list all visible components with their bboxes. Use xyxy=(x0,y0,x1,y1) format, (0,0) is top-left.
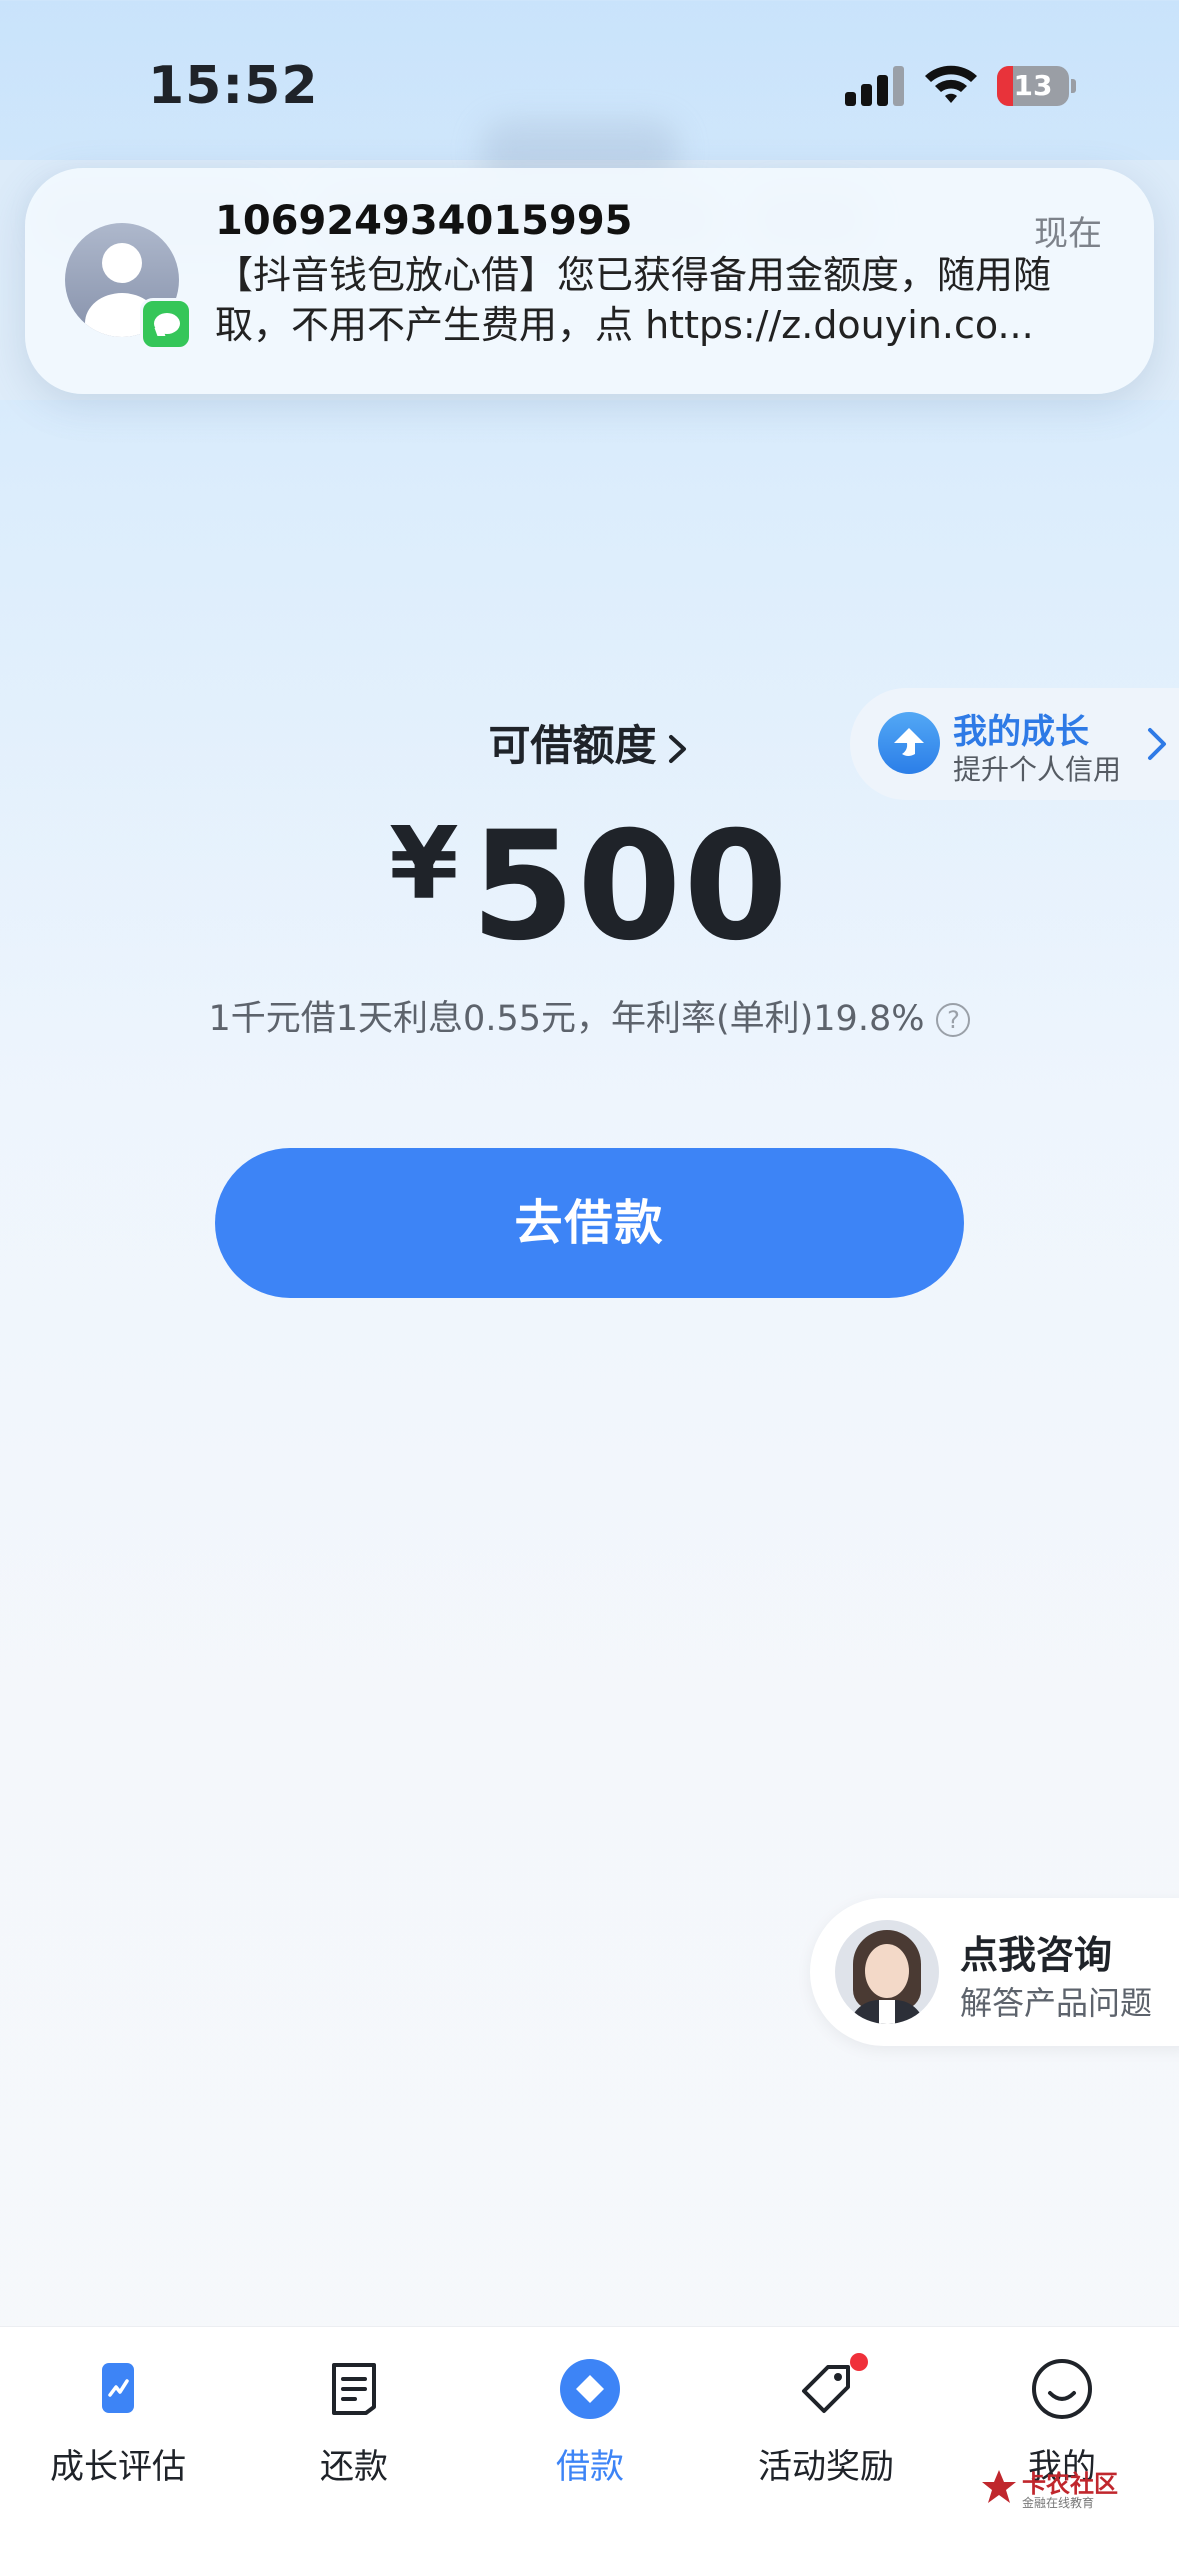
tab-label: 活动奖励 xyxy=(758,2447,894,2487)
cellular-signal-icon xyxy=(845,66,905,106)
interest-text: 1千元借1天利息0.55元，年利率(单利)19.8% xyxy=(208,999,925,1039)
tab-label: 借款 xyxy=(556,2447,624,2487)
available-credit-link[interactable]: 可借额度 xyxy=(0,712,1179,773)
repayment-icon xyxy=(332,2363,376,2415)
interest-info: 1千元借1天利息0.55元，年利率(单利)19.8%? xyxy=(0,990,1179,1041)
chevron-right-icon xyxy=(668,734,686,763)
watermark-subtitle: 金融在线教育 xyxy=(1022,2496,1095,2510)
help-icon[interactable]: ? xyxy=(936,1003,971,1037)
notification-dot xyxy=(850,2353,868,2371)
notification-body: 【抖音钱包放心借】您已获得备用金额度，随用随 取，不用不产生费用，点 https… xyxy=(215,250,1115,350)
tab-mine[interactable]: 我的 xyxy=(944,2327,1179,2556)
borrow-button[interactable]: 去借款 xyxy=(215,1148,964,1298)
notification-line-2: 取，不用不产生费用，点 https://z.douyin.co... xyxy=(215,303,1034,347)
messages-app-icon xyxy=(140,298,192,350)
battery-indicator: 13 xyxy=(997,66,1076,106)
customer-service-avatar xyxy=(835,1920,939,2024)
watermark: 卡农社区 金融在线教育 xyxy=(980,2460,1130,2520)
tab-activity-rewards[interactable]: 活动奖励 xyxy=(708,2327,944,2556)
sms-notification-banner[interactable]: 106924934015995 现在 【抖音钱包放心借】您已获得备用金额度，随用… xyxy=(25,168,1154,394)
notification-time: 现在 xyxy=(1034,214,1102,254)
tab-borrow[interactable]: 借款 xyxy=(472,2327,708,2556)
status-time: 15:52 xyxy=(148,56,319,116)
wifi-icon xyxy=(923,62,979,106)
notification-line-1: 【抖音钱包放心借】您已获得备用金额度，随用随 xyxy=(215,253,1052,297)
tab-label: 还款 xyxy=(320,2447,388,2487)
credit-amount: ¥500 xyxy=(0,800,1179,974)
available-credit-label: 可借额度 xyxy=(488,721,657,770)
tab-repayment[interactable]: 还款 xyxy=(236,2327,472,2556)
consult-subtitle: 解答产品问题 xyxy=(960,1984,1153,2022)
currency-symbol: ¥ xyxy=(389,805,459,922)
bottom-tab-bar: 成长评估 还款 借款 活动奖励 我的 xyxy=(0,2326,1179,2556)
tab-growth-assessment[interactable]: 成长评估 xyxy=(0,2327,236,2556)
growth-assessment-icon xyxy=(102,2363,134,2413)
reward-tag-icon xyxy=(802,2365,850,2413)
consult-entry[interactable]: 点我咨询 解答产品问题 xyxy=(810,1898,1179,2046)
credit-amount-value: 500 xyxy=(470,800,790,974)
watermark-logo-icon xyxy=(982,2470,1016,2503)
notification-sender: 106924934015995 xyxy=(215,198,633,244)
tab-label: 成长评估 xyxy=(50,2447,186,2487)
borrow-icon xyxy=(560,2359,620,2419)
consult-title: 点我咨询 xyxy=(960,1933,1113,1977)
smile-profile-icon xyxy=(1032,2359,1092,2419)
battery-level: 13 xyxy=(1013,69,1053,102)
